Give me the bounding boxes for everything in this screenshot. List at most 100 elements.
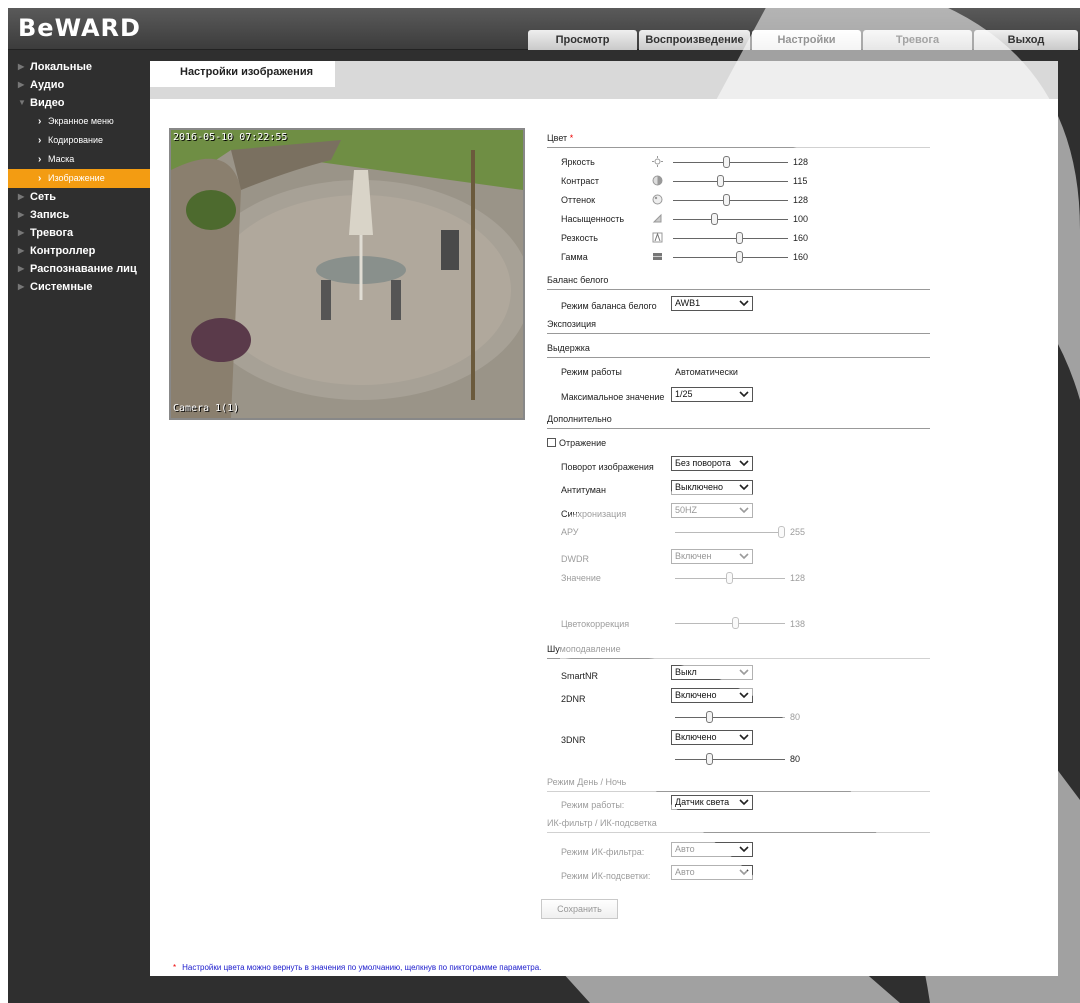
sidebar-item-record[interactable]: ▶ Запись [8, 206, 150, 224]
triangle-right-icon: ▶ [18, 228, 25, 237]
2dnr-slider-track[interactable] [675, 717, 785, 718]
sidebar-subitem-encoding[interactable]: › Кодирование [8, 131, 150, 150]
dwdr-level-slider-handle[interactable] [726, 572, 733, 584]
mirror-label: Отражение [559, 438, 607, 448]
nav-tab-alarm[interactable]: Тревога [863, 30, 972, 50]
select-value: Без поворота [675, 458, 731, 468]
triangle-right-icon: ▶ [18, 192, 25, 201]
contrast-value: 115 [793, 176, 808, 186]
smartnr-label: SmartNR [561, 671, 599, 681]
hue-slider-handle[interactable] [723, 194, 730, 206]
dwdr-select[interactable]: Включен [671, 549, 753, 564]
chevron-right-icon: › [38, 135, 42, 146]
sharpness-slider-track[interactable] [673, 238, 788, 239]
mirror-checkbox[interactable] [547, 438, 556, 447]
saturation-icon[interactable] [652, 213, 663, 224]
select-value: Датчик света [675, 797, 730, 807]
contrast-slider-track[interactable] [673, 181, 788, 182]
saturation-slider-track[interactable] [673, 219, 788, 220]
hue-icon[interactable] [652, 194, 663, 205]
section-title: Цвет [547, 133, 568, 143]
sidebar-item-network[interactable]: ▶ Сеть [8, 188, 150, 206]
section-additional: Дополнительно [547, 412, 930, 429]
3dnr-select[interactable]: Включено [671, 730, 753, 745]
defog-select[interactable]: Выключено [671, 480, 753, 495]
ir-light-select[interactable]: Авто [671, 865, 753, 880]
rotate-label: Поворот изображения [561, 462, 654, 472]
select-value: Авто [675, 867, 695, 877]
brightness-icon[interactable] [652, 156, 663, 167]
sharpness-icon[interactable] [652, 232, 663, 243]
triangle-right-icon: ▶ [18, 282, 25, 291]
agc-value: 255 [790, 527, 806, 537]
triangle-right-icon: ▶ [18, 210, 25, 219]
chevron-down-icon [739, 391, 749, 398]
rotate-select[interactable]: Без поворота [671, 456, 753, 471]
2dnr-select[interactable]: Включено [671, 688, 753, 703]
gamma-slider-track[interactable] [673, 257, 788, 258]
gamma-icon[interactable] [652, 251, 663, 262]
brightness-slider-track[interactable] [673, 162, 788, 163]
sidebar-subitem-mask[interactable]: › Маска [8, 150, 150, 169]
agc-slider-handle[interactable] [778, 526, 785, 538]
section-shutter: Выдержка [547, 341, 930, 358]
sidebar-item-face-recognition[interactable]: ▶ Распознавание лиц [8, 260, 150, 278]
daynight-mode-select[interactable]: Датчик света [671, 795, 753, 810]
app-frame: BeWARD Просмотр Воспроизведение Настройк… [8, 8, 1080, 1003]
shutter-mode-value: Автоматически [675, 367, 738, 377]
save-button[interactable]: Сохранить [541, 899, 618, 919]
nav-tab-view[interactable]: Просмотр [528, 30, 637, 50]
gamma-slider-handle[interactable] [736, 251, 743, 263]
sharpness-slider-handle[interactable] [736, 232, 743, 244]
shutter-max-select[interactable]: 1/25 [671, 387, 753, 402]
sidebar-subitem-image[interactable]: › Изображение [8, 169, 150, 188]
chevron-down-icon [739, 669, 749, 676]
sidebar-item-video[interactable]: ▼ Видео [8, 94, 150, 112]
triangle-down-icon: ▼ [18, 98, 26, 107]
contrast-slider-handle[interactable] [717, 175, 724, 187]
chevron-down-icon [739, 507, 749, 514]
sidebar-item-controller[interactable]: ▶ Контроллер [8, 242, 150, 260]
shutter-max-label: Максимальное значение [561, 392, 665, 402]
select-value: Выкл [675, 667, 697, 677]
hue-value: 128 [793, 195, 809, 205]
triangle-right-icon: ▶ [18, 62, 25, 71]
nav-tab-playback[interactable]: Воспроизведение [639, 30, 750, 50]
color-correction-slider-track[interactable] [675, 623, 785, 624]
chevron-down-icon [739, 300, 749, 307]
select-value: 1/25 [675, 389, 693, 399]
contrast-icon[interactable] [652, 175, 663, 186]
select-value: Выключено [675, 482, 723, 492]
3dnr-slider-track[interactable] [675, 759, 785, 760]
saturation-slider-handle[interactable] [711, 213, 718, 225]
nav-tab-exit[interactable]: Выход [974, 30, 1078, 50]
dwdr-level-value: 128 [790, 573, 806, 583]
chevron-down-icon [739, 553, 749, 560]
agc-slider-track[interactable] [675, 532, 785, 533]
sidebar-item-audio[interactable]: ▶ Аудио [8, 76, 150, 94]
2dnr-slider-handle[interactable] [706, 711, 713, 723]
chevron-down-icon [739, 846, 749, 853]
section-exposure: Экспозиция [547, 317, 930, 334]
chevron-down-icon [739, 692, 749, 699]
select-value: Авто [675, 844, 695, 854]
brightness-slider-handle[interactable] [723, 156, 730, 168]
sidebar-item-alarm[interactable]: ▶ Тревога [8, 224, 150, 242]
3dnr-slider-handle[interactable] [706, 753, 713, 765]
wb-mode-select[interactable]: AWB1 [671, 296, 753, 311]
chevron-down-icon [739, 799, 749, 806]
color-correction-slider-handle[interactable] [732, 617, 739, 629]
select-value: Включено [675, 690, 717, 700]
sidebar-subitem-osd[interactable]: › Экранное меню [8, 112, 150, 131]
sync-select[interactable]: 50HZ [671, 503, 753, 518]
sidebar-item-system[interactable]: ▶ Системные [8, 278, 150, 296]
camera-preview: 2016-05-10 07:22:55 Camera 1(1) [169, 128, 525, 420]
ir-filter-select[interactable]: Авто [671, 842, 753, 857]
nav-tab-settings[interactable]: Настройки [752, 30, 861, 50]
sidebar-item-label: Сеть [30, 191, 57, 203]
3dnr-value: 80 [790, 754, 801, 764]
settings-panel: 2016-05-10 07:22:55 Camera 1(1) Цвет * Я… [150, 87, 1058, 976]
smartnr-select[interactable]: Выкл [671, 665, 753, 680]
hue-slider-track[interactable] [673, 200, 788, 201]
sidebar-item-local[interactable]: ▶ Локальные [8, 58, 150, 76]
